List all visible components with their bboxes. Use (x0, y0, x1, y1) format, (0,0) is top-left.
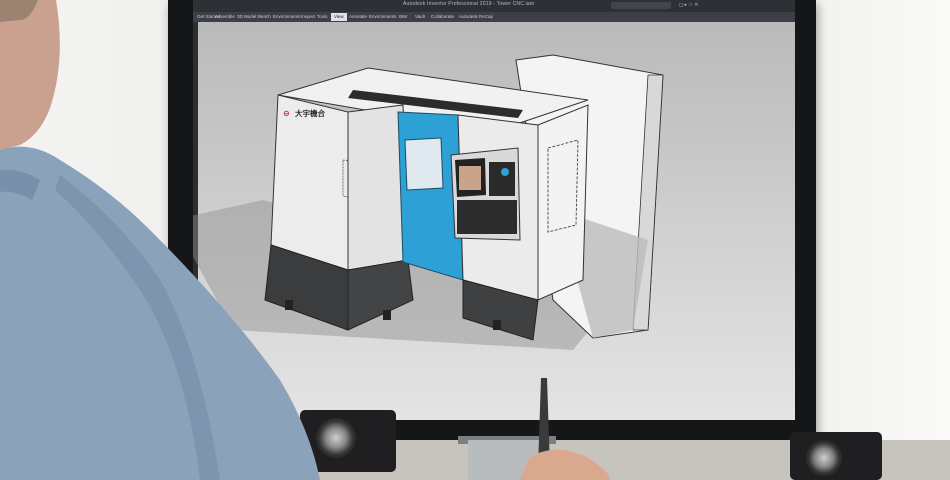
control-buttons (457, 200, 517, 234)
hand (520, 449, 610, 480)
photo-scene: Autodesk Inventor Professional 2019 - To… (0, 0, 950, 480)
control-display (459, 166, 481, 190)
person-head (0, 0, 60, 150)
control-knob-icon (501, 168, 509, 176)
speaker-right (790, 432, 882, 480)
speaker-cone-icon (806, 440, 842, 476)
door-window (404, 137, 444, 191)
person-at-desk (0, 0, 320, 480)
side-cover (537, 104, 589, 301)
control-keypad (489, 162, 515, 196)
